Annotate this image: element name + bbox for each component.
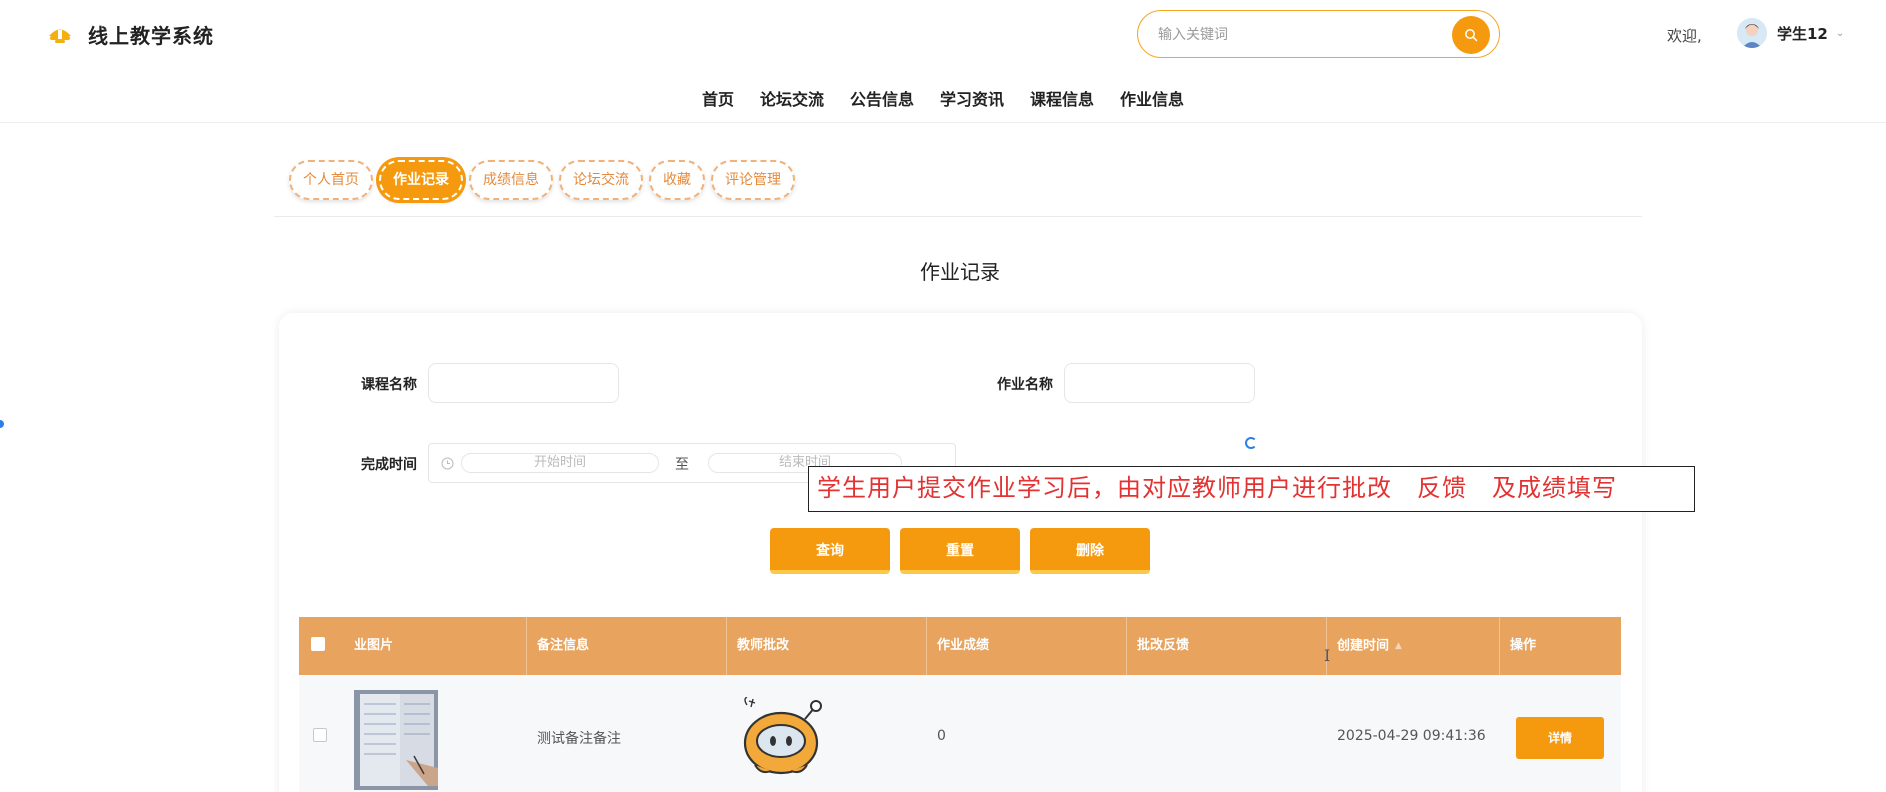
divider [274, 216, 1642, 217]
tab-favorites[interactable]: 收藏 [649, 160, 705, 200]
col-teacher-review: 教师批改 [727, 617, 927, 675]
score-cell: 0 [937, 728, 946, 744]
col-feedback: 批改反馈 [1127, 617, 1327, 675]
nav-courses[interactable]: 课程信息 [1017, 86, 1107, 110]
profile-tabs: 个人首页 作业记录 成绩信息 论坛交流 收藏 评论管理 [289, 160, 795, 200]
teacher-review-image[interactable] [741, 697, 825, 777]
nav-news[interactable]: 学习资讯 [927, 86, 1017, 110]
loading-spinner-icon [1245, 437, 1257, 449]
table-row: 测试备注备注 0 2025-04-29 09:41:36 详情 [299, 675, 1621, 792]
row-checkbox[interactable] [313, 728, 327, 742]
detail-button[interactable]: 详情 [1516, 717, 1604, 759]
homework-name-input[interactable] [1064, 363, 1255, 403]
col-actions: 操作 [1510, 638, 1537, 653]
user-name: 学生12 [1777, 24, 1828, 43]
welcome-text: 欢迎, [1667, 27, 1702, 45]
col-created-time[interactable]: 创建时间 ▲ [1327, 617, 1500, 675]
nav-announcements[interactable]: 公告信息 [837, 86, 927, 110]
chevron-down-icon: ⌄ [1835, 27, 1845, 39]
col-created-time-label: 创建时间 [1337, 638, 1390, 654]
search-icon [1465, 29, 1478, 42]
col-image: 业图片 [344, 617, 527, 675]
page-title: 作业记录 [920, 260, 1000, 284]
col-score: 作业成绩 [927, 617, 1127, 675]
range-separator: 至 [675, 457, 689, 473]
app-title: 线上教学系统 [88, 24, 214, 48]
tab-comments[interactable]: 评论管理 [711, 160, 795, 200]
select-all-checkbox[interactable] [311, 637, 325, 651]
col-note: 备注信息 [527, 617, 727, 675]
table-header: 业图片 备注信息 教师批改 作业成绩 批改反馈 创建时间 ▲ 操作 [299, 617, 1621, 675]
course-name-label: 课程名称 [361, 377, 417, 393]
search-input[interactable] [1158, 23, 1448, 47]
tab-grades[interactable]: 成绩信息 [469, 160, 553, 200]
tab-forum[interactable]: 论坛交流 [559, 160, 643, 200]
delete-button[interactable]: 删除 [1030, 528, 1150, 574]
homework-name-label: 作业名称 [997, 377, 1053, 393]
edge-dot [0, 420, 4, 428]
user-menu[interactable]: 学生12 ⌄ [1737, 18, 1844, 48]
text-cursor-icon: I [1324, 646, 1331, 665]
avatar-image [1737, 18, 1767, 48]
sort-icon[interactable]: ▲ [1395, 617, 1402, 675]
tab-personal-home[interactable]: 个人首页 [289, 160, 373, 200]
completion-time-label: 完成时间 [361, 457, 417, 473]
course-name-input[interactable] [428, 363, 619, 403]
nav-home[interactable]: 首页 [689, 86, 747, 110]
query-button[interactable]: 查询 [770, 528, 890, 574]
search-box [1137, 10, 1500, 58]
nav-homework[interactable]: 作业信息 [1107, 86, 1197, 110]
logo-icon [49, 29, 71, 43]
logo[interactable]: 线上教学系统 [46, 20, 214, 49]
start-date-input[interactable]: 开始时间 [461, 453, 659, 473]
nav-forum[interactable]: 论坛交流 [747, 86, 837, 110]
created-time-cell: 2025-04-29 09:41:36 [1337, 728, 1486, 744]
top-header: 线上教学系统 欢迎, 学生12 ⌄ 首页 论坛交流 公告信息 学习资讯 课程信息 [0, 0, 1886, 123]
note-cell: 测试备注备注 [537, 731, 621, 747]
reset-button[interactable]: 重置 [900, 528, 1020, 574]
avatar [1737, 18, 1767, 48]
main-nav: 首页 论坛交流 公告信息 学习资讯 课程信息 作业信息 [0, 86, 1886, 110]
annotation-textbox[interactable]: 学生用户提交作业学习后，由对应教师用户进行批改 反馈 及成绩填写 [808, 466, 1695, 512]
tab-homework-records[interactable]: 作业记录 [379, 160, 463, 200]
homework-image[interactable] [354, 690, 438, 790]
search-button[interactable] [1452, 16, 1490, 54]
clock-icon [441, 457, 454, 470]
